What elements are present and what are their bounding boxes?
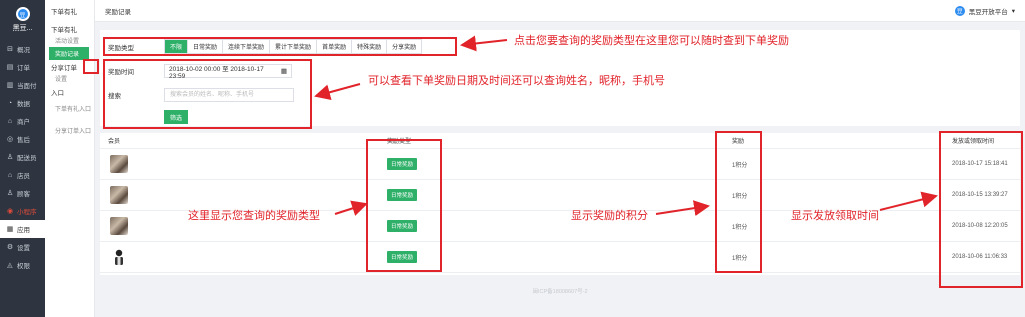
annotation-text-points: 显示奖励的积分 <box>571 210 648 222</box>
annotation-arrows <box>314 35 938 217</box>
annotation-text-time: 显示发放领取时间 <box>791 210 879 222</box>
annotation-text-types: 点击您要查询的奖励类型在这里您可以随时查到下单奖励 <box>514 35 789 47</box>
app-root: 豆 黑豆... ⊟ 概况 ▤ 订单 ▥ 当面付 ◔ 数据 ⌂ 商户 ◎ 售后 ♙ 配送员 ⌂ 店… <box>0 0 1025 317</box>
annotation-text-type-col: 这里显示您查询的奖励类型 <box>188 210 320 222</box>
annotation-text-date: 可以查看下单奖励日期及时间还可以查询姓名，昵称，手机号 <box>368 75 665 87</box>
